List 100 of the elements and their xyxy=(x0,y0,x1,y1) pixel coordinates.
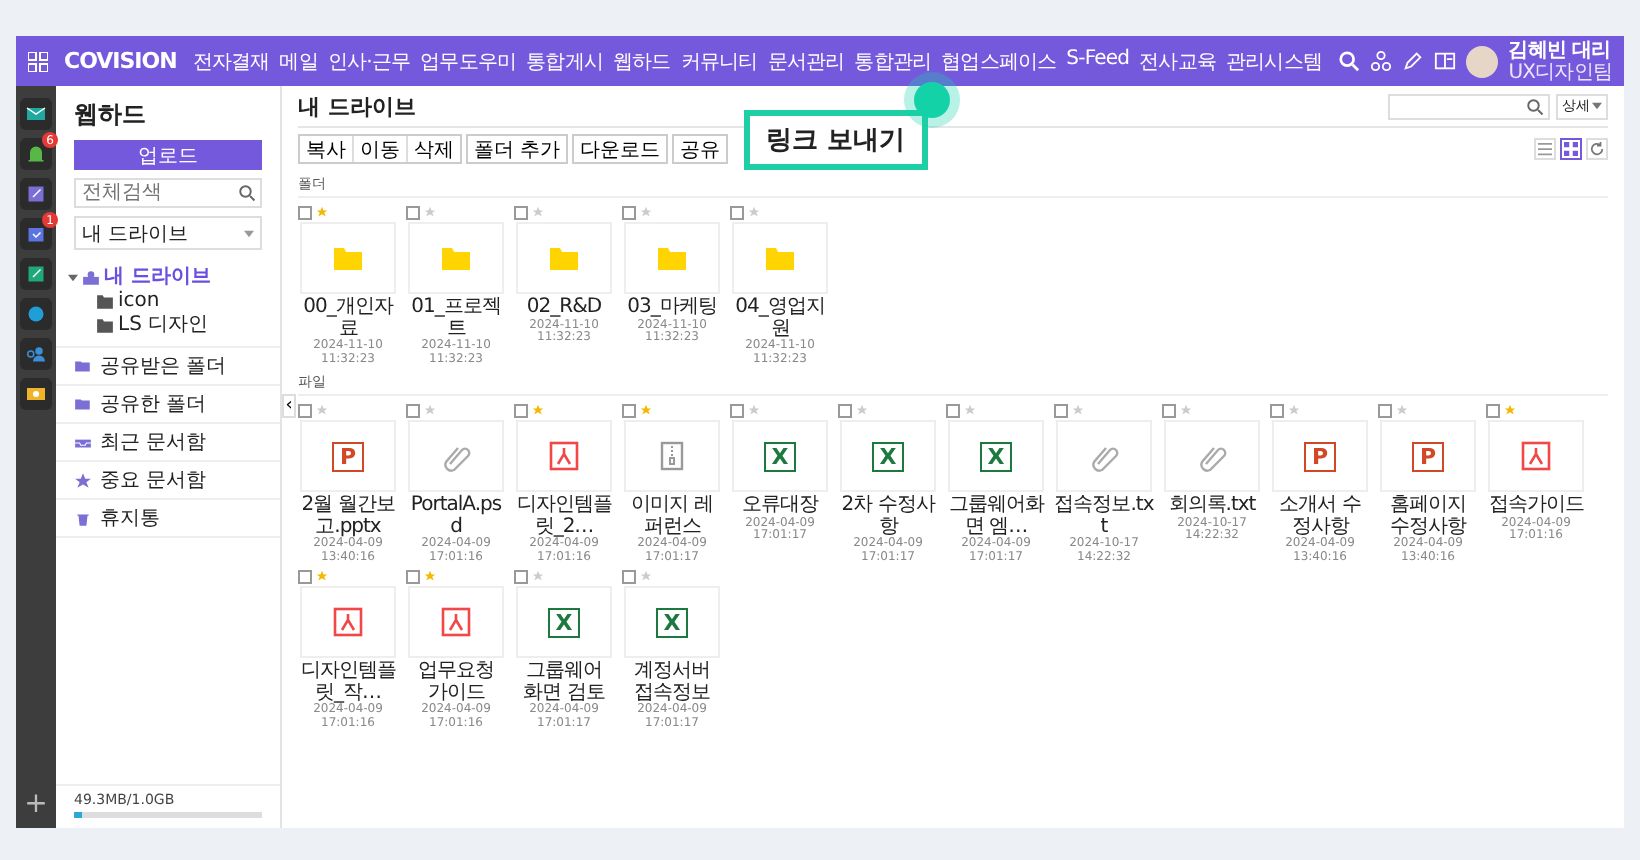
checkbox[interactable] xyxy=(622,205,636,219)
search-field[interactable] xyxy=(1388,93,1550,119)
apps-grid-icon[interactable] xyxy=(28,51,48,71)
nav-menu-item[interactable]: 인사·근무 xyxy=(327,47,411,75)
star-icon[interactable] xyxy=(1072,404,1084,417)
folder-thumbnail[interactable] xyxy=(732,222,828,294)
file-thumbnail[interactable] xyxy=(408,586,504,659)
star-icon[interactable] xyxy=(1396,404,1408,417)
nav-menu-item[interactable]: 커뮤니티 xyxy=(680,47,758,75)
file-thumbnail[interactable] xyxy=(1056,420,1152,493)
nav-menu-item[interactable]: 협업스페이스 xyxy=(941,47,1057,75)
sidebar-menu-item[interactable]: 중요 문서함 xyxy=(56,462,280,500)
folder-thumbnail[interactable] xyxy=(300,222,396,294)
file-thumbnail[interactable]: X xyxy=(840,420,936,493)
checkbox[interactable] xyxy=(622,569,636,584)
collapse-button[interactable]: ‹ xyxy=(282,394,296,418)
file-thumbnail[interactable]: X xyxy=(948,420,1044,493)
star-icon[interactable] xyxy=(424,570,436,583)
checkbox[interactable] xyxy=(406,205,420,219)
caret-icon[interactable] xyxy=(68,274,78,282)
checkbox[interactable] xyxy=(946,403,960,418)
file-thumbnail[interactable] xyxy=(516,420,612,493)
nav-menu-item[interactable]: 관리시스템 xyxy=(1226,47,1323,75)
nav-menu-item[interactable]: 업무도우미 xyxy=(420,47,517,75)
nav-menu-item[interactable]: 메일 xyxy=(279,47,318,75)
refresh-button[interactable] xyxy=(1586,137,1608,159)
search-field[interactable]: 전체검색 xyxy=(74,178,262,208)
star-icon[interactable] xyxy=(640,404,652,417)
drive-dropdown[interactable]: 내 드라이브 xyxy=(74,216,262,250)
sidebar-menu-item[interactable]: 휴지통 xyxy=(56,500,280,538)
nav-menu-item[interactable]: S-Feed xyxy=(1066,47,1130,75)
tree-item[interactable]: 내 드라이브 xyxy=(68,266,268,290)
star-icon[interactable] xyxy=(640,206,652,218)
folder-thumbnail[interactable] xyxy=(408,222,504,294)
star-icon[interactable] xyxy=(1180,404,1192,417)
search-icon[interactable] xyxy=(1526,97,1544,115)
nav-menu-item[interactable]: 통합관리 xyxy=(854,47,932,75)
star-icon[interactable] xyxy=(532,404,544,417)
file-thumbnail[interactable]: P xyxy=(1380,420,1476,493)
file-thumbnail[interactable] xyxy=(408,420,504,493)
star-icon[interactable] xyxy=(748,206,760,218)
star-icon[interactable] xyxy=(964,404,976,417)
nav-menu-item[interactable]: 전사교육 xyxy=(1139,47,1216,75)
star-icon[interactable] xyxy=(532,206,544,218)
checkbox[interactable] xyxy=(406,569,420,584)
checkbox[interactable] xyxy=(1162,403,1176,418)
star-icon[interactable] xyxy=(424,206,436,218)
checkbox[interactable] xyxy=(514,205,528,219)
tree-item[interactable]: icon xyxy=(96,290,268,314)
file-thumbnail[interactable]: X xyxy=(516,586,612,659)
file-thumbnail[interactable]: P xyxy=(300,420,396,493)
user-avatar[interactable] xyxy=(1466,45,1499,77)
checkbox[interactable] xyxy=(1054,403,1068,418)
file-thumbnail[interactable] xyxy=(624,420,720,493)
file-thumbnail[interactable] xyxy=(1164,420,1260,493)
checkbox[interactable] xyxy=(298,403,312,418)
sidebar-menu-item[interactable]: 공유받은 폴더 xyxy=(56,348,280,386)
tree-item[interactable]: LS 디자인 xyxy=(96,314,268,338)
checkbox[interactable] xyxy=(298,569,312,584)
file-thumbnail[interactable]: X xyxy=(732,420,828,493)
file-thumbnail[interactable] xyxy=(300,586,396,659)
checkbox[interactable] xyxy=(622,403,636,418)
book-icon[interactable] xyxy=(1434,50,1457,72)
star-icon[interactable] xyxy=(532,570,544,583)
checkbox[interactable] xyxy=(730,403,744,418)
grid-view-button[interactable] xyxy=(1560,137,1582,159)
star-icon[interactable] xyxy=(640,570,652,583)
star-icon[interactable] xyxy=(1288,404,1300,417)
upload-button[interactable]: 업로드 xyxy=(74,140,262,170)
file-thumbnail[interactable]: P xyxy=(1272,420,1368,493)
checkbox[interactable] xyxy=(838,403,852,418)
list-view-button[interactable] xyxy=(1534,137,1556,159)
star-icon[interactable] xyxy=(856,404,868,417)
checkbox[interactable] xyxy=(730,205,744,219)
star-icon[interactable] xyxy=(316,206,328,218)
nav-menu-item[interactable]: 문서관리 xyxy=(767,47,845,75)
checkbox[interactable] xyxy=(1270,403,1284,418)
sidebar-menu-item[interactable]: 최근 문서함 xyxy=(56,424,280,462)
add-button[interactable]: + xyxy=(24,788,48,820)
star-icon[interactable] xyxy=(316,404,328,417)
checkbox[interactable] xyxy=(1378,403,1392,418)
pencil-icon[interactable] xyxy=(1402,50,1425,72)
org-chart-icon[interactable] xyxy=(1370,50,1393,72)
checkbox[interactable] xyxy=(406,403,420,418)
file-thumbnail[interactable] xyxy=(1488,420,1584,493)
search-icon[interactable] xyxy=(238,184,256,202)
checkbox[interactable] xyxy=(298,205,312,219)
nav-menu-item[interactable]: 전자결재 xyxy=(192,47,270,75)
file-thumbnail[interactable]: X xyxy=(624,586,720,659)
star-icon[interactable] xyxy=(424,404,436,417)
star-icon[interactable] xyxy=(1504,404,1516,417)
logo[interactable]: COVISION xyxy=(64,48,177,74)
search-icon[interactable] xyxy=(1338,50,1361,72)
folder-thumbnail[interactable] xyxy=(624,222,720,294)
star-icon[interactable] xyxy=(316,570,328,583)
checkbox[interactable] xyxy=(514,569,528,584)
folder-thumbnail[interactable] xyxy=(516,222,612,294)
checkbox[interactable] xyxy=(1486,403,1500,418)
nav-menu-item[interactable]: 통합게시 xyxy=(526,47,604,75)
nav-menu-item[interactable]: 웹하드 xyxy=(613,47,671,75)
